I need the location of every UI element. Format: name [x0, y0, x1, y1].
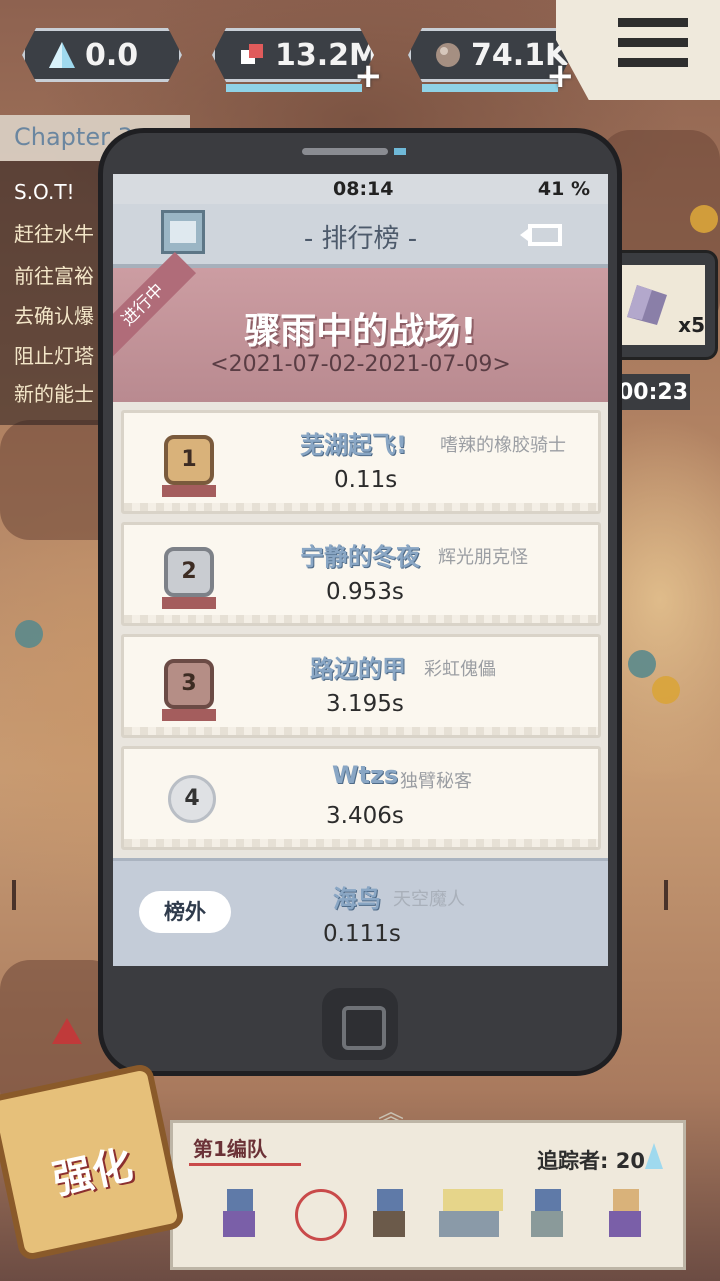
hamburger-icon-bar [618, 58, 688, 67]
ore-icon [433, 40, 463, 70]
tracker-count: 追踪者: 20 [537, 1149, 645, 1173]
my-player-name: 海鸟 [333, 885, 381, 913]
hamburger-icon-bar [618, 38, 688, 47]
add-cards-button[interactable]: + [354, 59, 383, 93]
phone-speaker [302, 148, 388, 155]
phone-home-button[interactable] [322, 988, 398, 1060]
quest-line[interactable]: 新的能士 [14, 378, 94, 407]
map-tree [690, 205, 718, 233]
record-time: 3.195s [326, 691, 404, 717]
quest-line[interactable]: 去确认爆 [14, 300, 94, 329]
medal-ribbon [162, 597, 216, 609]
rank-badge: 4 [168, 775, 216, 823]
record-time: 3.406s [326, 803, 404, 829]
event-banner: 骤雨中的战场! <2021-07-02-2021-07-09> [113, 268, 608, 402]
unranked-badge: 榜外 [139, 891, 231, 933]
quest-line[interactable]: 前往富裕 [14, 260, 94, 289]
team-name: 辉光朋克怪 [438, 547, 528, 568]
resource-crystal[interactable]: 0.0 [22, 28, 182, 82]
leaderboard-row[interactable]: 4 Wtzs 独臂秘客 3.406s [121, 746, 601, 850]
hero-slot-6[interactable] [605, 1189, 645, 1245]
hero-body [531, 1211, 563, 1237]
team-panel[interactable]: 第1编队 追踪者: 20 [170, 1120, 686, 1270]
map-tree [15, 620, 43, 648]
hero-body [373, 1211, 405, 1237]
status-bar: 08:14 41 % [113, 174, 608, 204]
medal-ribbon [162, 485, 216, 497]
phone-camera [394, 148, 406, 155]
player-name: 宁静的冬夜 [300, 543, 420, 571]
hero-slot-1[interactable] [219, 1189, 259, 1245]
record-time: 0.953s [326, 579, 404, 605]
leaderboard-screen: 08:14 41 % - 排行榜 - 骤雨中的战场! <2021-07-02-2… [113, 174, 608, 966]
hero-head [377, 1189, 403, 1211]
player-name: 路边的甲 [310, 655, 406, 683]
crystal-icon [645, 1143, 663, 1169]
player-name: Wtzs [332, 761, 399, 789]
hero-slot-2[interactable] [295, 1189, 347, 1241]
cards-icon [237, 40, 267, 70]
event-date-range: <2021-07-02-2021-07-09> [210, 352, 511, 377]
leaderboard-row[interactable]: 2 宁静的冬夜 辉光朋克怪 0.953s [121, 522, 601, 626]
team-label-underline [189, 1163, 301, 1166]
hamburger-icon [618, 18, 688, 27]
rank-number: 4 [184, 786, 200, 811]
team-name: 独臂秘客 [400, 771, 472, 792]
hero-head [227, 1189, 253, 1211]
crystal-icon [47, 40, 77, 70]
hero-head [535, 1189, 561, 1211]
silver-medal-icon: 2 [162, 547, 216, 609]
rank-number: 3 [181, 671, 197, 696]
resource-ore-bar [422, 84, 558, 92]
status-time: 08:14 [333, 178, 394, 200]
hero-body [609, 1211, 641, 1237]
hero-slot-4[interactable] [435, 1189, 507, 1245]
map-dead-tree [664, 880, 668, 910]
resource-cards[interactable]: 13.2M [212, 28, 374, 82]
hero-body [439, 1211, 499, 1237]
map-dead-tree [12, 880, 16, 910]
hero-slot-5[interactable] [527, 1189, 567, 1245]
reward-count: x5 [678, 313, 705, 337]
resource-cards-bar [226, 84, 362, 92]
add-ore-button[interactable]: + [546, 59, 575, 93]
team-name: 嗜辣的橡胶骑士 [440, 435, 566, 456]
leaderboard-row[interactable]: 1 芜湖起飞! 嗜辣的橡胶骑士 0.11s [121, 410, 601, 514]
map-tree [628, 650, 656, 678]
team-label: 第1编队 [193, 1137, 267, 1161]
team-name: 彩虹傀儡 [424, 659, 496, 680]
quest-line[interactable]: 赶往水牛 [14, 218, 94, 247]
player-name: 芜湖起飞! [300, 431, 407, 459]
record-time: 0.11s [334, 467, 398, 493]
rank-number: 1 [181, 447, 197, 472]
bronze-medal-icon: 3 [162, 659, 216, 721]
hero-body [223, 1211, 255, 1237]
title-bar: - 排行榜 - [113, 204, 608, 268]
resource-crystal-value: 0.0 [85, 37, 139, 73]
rank-number: 2 [181, 559, 197, 584]
quest-line[interactable]: 阻止灯塔 [14, 340, 94, 369]
event-title: 骤雨中的战场! [244, 311, 477, 352]
my-rank-row[interactable]: 榜外 海鸟 天空魔人 0.111s [113, 858, 608, 966]
hero-head [443, 1189, 503, 1211]
leaderboard-row[interactable]: 3 路边的甲 彩虹傀儡 3.195s [121, 634, 601, 738]
my-record-time: 0.111s [323, 921, 401, 947]
map-tree [652, 676, 680, 704]
hero-slot-3[interactable] [369, 1189, 409, 1245]
gold-medal-icon: 1 [162, 435, 216, 497]
status-battery: 41 % [537, 178, 590, 200]
my-team-name: 天空魔人 [393, 889, 465, 910]
reward-timer-text: 00:23 [618, 380, 689, 405]
back-icon[interactable] [518, 222, 568, 248]
medal-ribbon [162, 709, 216, 721]
hero-head [613, 1189, 639, 1211]
quest-line[interactable]: S.O.T! [14, 180, 75, 204]
